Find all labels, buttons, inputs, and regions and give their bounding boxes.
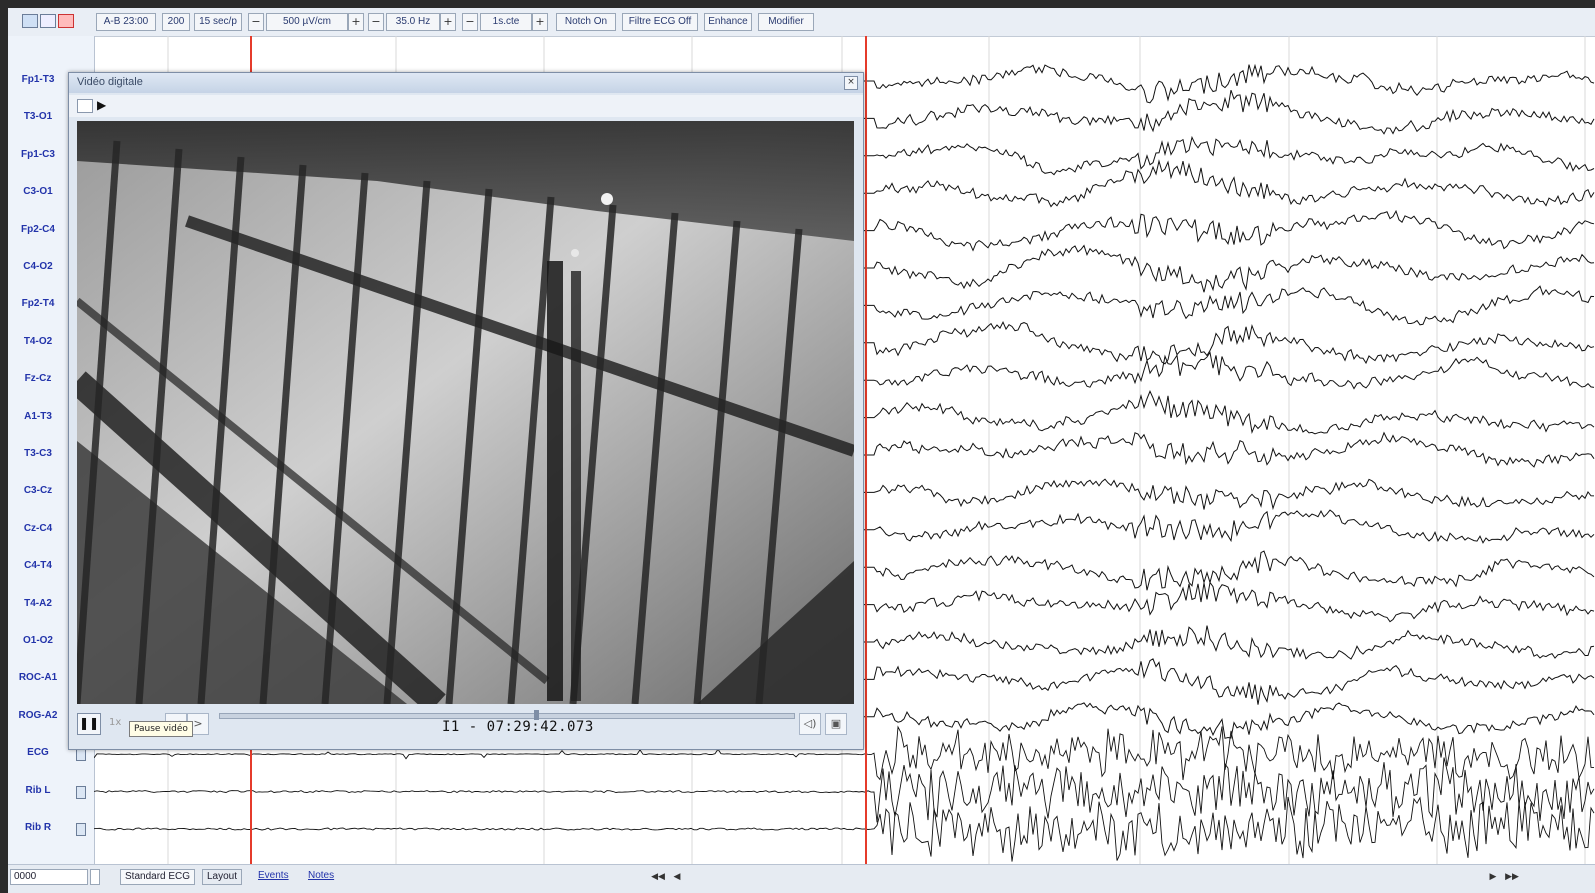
snapshot-icon[interactable]: ▣: [825, 713, 847, 735]
video-subtoolbar: ▶: [69, 95, 863, 117]
channel-label[interactable]: T4-O2: [10, 336, 66, 347]
status-bar: 0000 Standard ECG Layout Events Notes ◀◀…: [8, 864, 1595, 893]
channel-label[interactable]: T4-A2: [10, 598, 66, 609]
lofilter-minus-button[interactable]: −: [462, 13, 478, 31]
volume-icon[interactable]: ◁): [799, 713, 821, 735]
hifilter-select[interactable]: 35.0 Hz: [386, 13, 440, 31]
sensitivity-select[interactable]: 500 µV/cm: [266, 13, 348, 31]
tab-standard-ecg[interactable]: Standard ECG: [120, 869, 196, 885]
stop-icon[interactable]: [77, 99, 93, 113]
play-icon[interactable]: ▶: [97, 98, 106, 112]
lofilter-plus-button[interactable]: +: [532, 13, 548, 31]
ecg-filter-button[interactable]: Filtre ECG Off: [622, 13, 698, 31]
rewind-icon[interactable]: ◀◀: [648, 869, 668, 883]
enhance-button[interactable]: Enhance: [704, 13, 752, 31]
events-link[interactable]: Events: [258, 869, 289, 883]
channel-label[interactable]: Fp1-C3: [10, 149, 66, 160]
channel-label[interactable]: Cz-C4: [10, 523, 66, 534]
crib-scene-image: [77, 121, 854, 704]
speed-label: 1x: [109, 717, 122, 728]
channel-label[interactable]: ROG-A2: [10, 710, 66, 721]
toolbar: A-B 23:00 200 15 sec/p − 500 µV/cm + − 3…: [8, 8, 1595, 37]
sensitivity-minus-button[interactable]: −: [248, 13, 264, 31]
channel-label[interactable]: C3-Cz: [10, 485, 66, 496]
hifilter-plus-button[interactable]: +: [440, 13, 456, 31]
channel-label[interactable]: Fp2-C4: [10, 224, 66, 235]
channel-label[interactable]: Fp2-T4: [10, 298, 66, 309]
step-forward-icon[interactable]: ▶: [1486, 869, 1500, 883]
step-back-icon[interactable]: ◀: [670, 869, 684, 883]
pause-tooltip: Pause vidéo: [129, 721, 193, 737]
monitor-icon[interactable]: [40, 14, 56, 28]
eeg-viewer-app: A-B 23:00 200 15 sec/p − 500 µV/cm + − 3…: [8, 8, 1595, 893]
channel-label[interactable]: C4-O2: [10, 261, 66, 272]
channel-label[interactable]: Fp1-T3: [10, 74, 66, 85]
sample-rate-select[interactable]: 200: [162, 13, 190, 31]
channel-label[interactable]: ECG: [10, 747, 66, 758]
lofilter-select[interactable]: 1s.cte: [480, 13, 532, 31]
channel-label[interactable]: ROC-A1: [10, 672, 66, 683]
eeg-trace: [94, 796, 1595, 862]
channel-toggle[interactable]: [76, 785, 86, 799]
video-title: Vidéo digitale: [77, 76, 143, 88]
notes-link[interactable]: Notes: [308, 869, 334, 883]
channel-label[interactable]: A1-T3: [10, 411, 66, 422]
eeg-trace: [94, 757, 1595, 823]
video-window[interactable]: Vidéo digitale × ▶ ❚❚ 1x > Pause vidéo I…: [68, 72, 864, 750]
tab-layout[interactable]: Layout: [202, 869, 243, 885]
channel-label[interactable]: C3-O1: [10, 186, 66, 197]
channel-label[interactable]: T3-C3: [10, 448, 66, 459]
channel-label[interactable]: Rib R: [10, 822, 66, 833]
window-icon[interactable]: [22, 14, 38, 28]
video-controls: ❚❚ 1x < > Pause vidéo I1 - 07:29:42.073 …: [69, 707, 863, 749]
fast-forward-icon[interactable]: ▶▶: [1502, 869, 1522, 883]
position-field[interactable]: 0000: [10, 869, 88, 885]
video-frame: [77, 121, 854, 704]
status-checkbox[interactable]: [90, 869, 100, 885]
channel-toggle[interactable]: [76, 748, 86, 762]
close-icon[interactable]: ×: [844, 76, 858, 90]
channel-toggle[interactable]: [76, 823, 86, 836]
montage-select[interactable]: A-B 23:00: [96, 13, 156, 31]
channel-label[interactable]: C4-T4: [10, 560, 66, 571]
notch-button[interactable]: Notch On: [556, 13, 616, 31]
timebase-select[interactable]: 15 sec/p: [194, 13, 242, 31]
channel-label[interactable]: O1-O2: [10, 635, 66, 646]
hifilter-minus-button[interactable]: −: [368, 13, 384, 31]
channel-label[interactable]: Fz-Cz: [10, 373, 66, 384]
timecode-display: I1 - 07:29:42.073: [442, 719, 594, 735]
video-title-bar[interactable]: Vidéo digitale ×: [69, 73, 863, 93]
channel-label[interactable]: T3-O1: [10, 111, 66, 122]
modifier-button[interactable]: Modifier: [758, 13, 814, 31]
channel-label[interactable]: Rib L: [10, 785, 66, 796]
pause-button[interactable]: ❚❚: [77, 713, 101, 735]
sensitivity-plus-button[interactable]: +: [348, 13, 364, 31]
record-icon[interactable]: [58, 14, 74, 28]
